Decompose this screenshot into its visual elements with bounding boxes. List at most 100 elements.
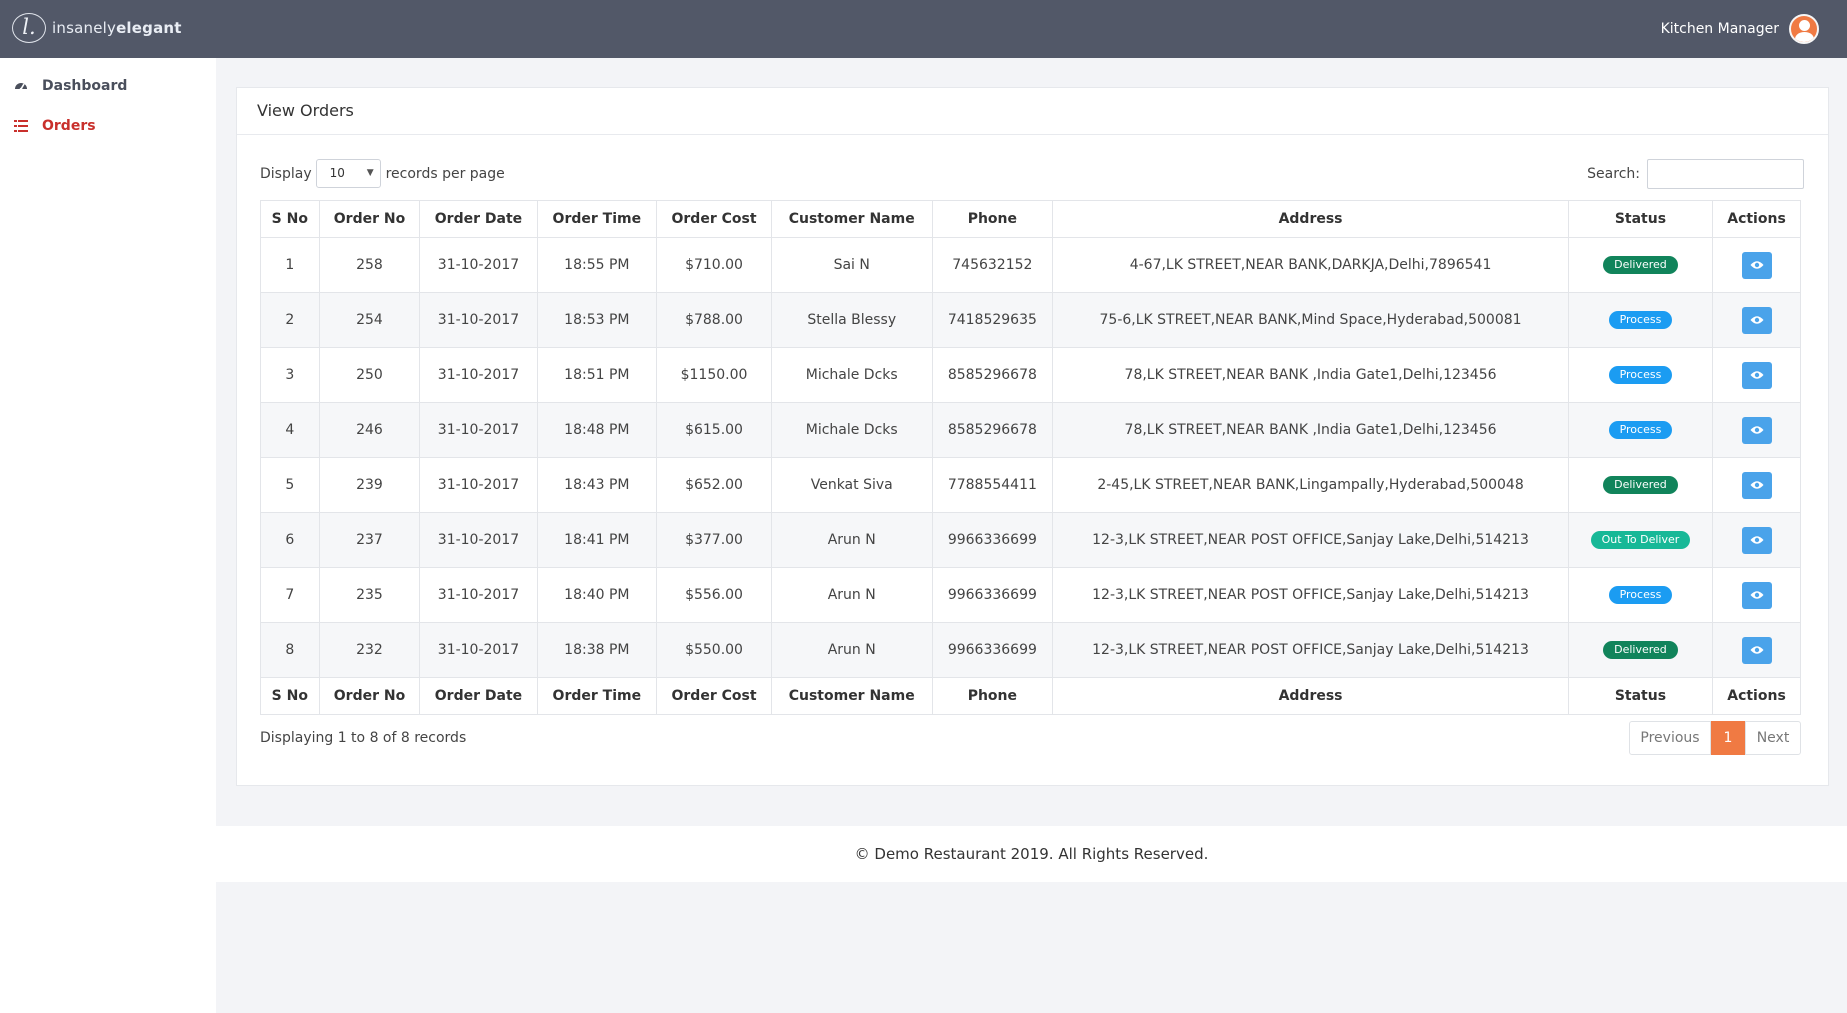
cell-sno: 4 bbox=[260, 402, 320, 458]
cell-customer-name: Michale Dcks bbox=[770, 402, 933, 458]
view-order-button[interactable] bbox=[1741, 306, 1772, 334]
brand-name-light: insanely bbox=[52, 19, 117, 37]
eye-icon bbox=[1750, 316, 1763, 324]
cell-order-time: 18:40 PM bbox=[536, 567, 658, 623]
cell-address: 12-3,LK STREET,NEAR POST OFFICE,Sanjay L… bbox=[1052, 512, 1569, 568]
status-badge: Delivered bbox=[1603, 256, 1678, 274]
column-header[interactable]: Customer Name bbox=[770, 200, 933, 238]
page-size-select[interactable]: 10 ▼ bbox=[315, 159, 381, 188]
cell-phone: 8585296678 bbox=[931, 347, 1054, 403]
status-badge: Process bbox=[1608, 311, 1673, 329]
cell-status: Process bbox=[1567, 402, 1714, 458]
cell-order-no: 235 bbox=[318, 567, 421, 623]
sidebar-item-dashboard[interactable]: Dashboard bbox=[13, 78, 127, 94]
column-header[interactable]: Phone bbox=[931, 200, 1054, 238]
cell-phone: 8585296678 bbox=[931, 402, 1054, 458]
column-header[interactable]: Order Cost bbox=[656, 200, 772, 238]
column-header[interactable]: Order Date bbox=[419, 200, 538, 238]
pagination-previous[interactable]: Previous bbox=[1629, 721, 1711, 755]
column-footer: Order Date bbox=[419, 677, 538, 715]
cell-actions bbox=[1712, 457, 1801, 513]
cell-sno: 6 bbox=[260, 512, 320, 568]
cell-address: 12-3,LK STREET,NEAR POST OFFICE,Sanjay L… bbox=[1052, 622, 1569, 678]
column-footer: Customer Name bbox=[770, 677, 933, 715]
table-footer-row: S No Order No Order Date Order Time Orde… bbox=[260, 677, 1801, 715]
pagination: Previous 1 Next bbox=[1629, 721, 1801, 755]
cell-phone: 745632152 bbox=[931, 237, 1054, 293]
cell-order-no: 258 bbox=[318, 237, 421, 293]
cell-address: 4-67,LK STREET,NEAR BANK,DARKJA,Delhi,78… bbox=[1052, 237, 1569, 293]
cell-order-cost: $615.00 bbox=[656, 402, 772, 458]
view-order-button[interactable] bbox=[1741, 416, 1772, 444]
column-footer: S No bbox=[260, 677, 320, 715]
column-header[interactable]: Order Time bbox=[536, 200, 658, 238]
cell-order-no: 239 bbox=[318, 457, 421, 513]
page-size-value: 10 bbox=[329, 166, 345, 180]
cell-order-cost: $710.00 bbox=[656, 237, 772, 293]
search-label: Search: bbox=[1587, 166, 1640, 182]
cell-address: 75-6,LK STREET,NEAR BANK,Mind Space,Hyde… bbox=[1052, 292, 1569, 348]
sidebar-item-orders[interactable]: Orders bbox=[13, 118, 96, 134]
eye-icon bbox=[1750, 536, 1763, 544]
view-order-button[interactable] bbox=[1741, 636, 1772, 664]
view-order-button[interactable] bbox=[1741, 361, 1772, 389]
cell-sno: 5 bbox=[260, 457, 320, 513]
cell-order-no: 246 bbox=[318, 402, 421, 458]
cell-order-no: 237 bbox=[318, 512, 421, 568]
page-size-control: Display 10 ▼ records per page bbox=[260, 159, 505, 188]
pagination-next[interactable]: Next bbox=[1745, 721, 1801, 755]
sidebar-item-label: Dashboard bbox=[42, 78, 128, 94]
cell-order-date: 31-10-2017 bbox=[419, 567, 538, 623]
cell-status: Process bbox=[1567, 292, 1714, 348]
cell-phone: 9966336699 bbox=[931, 512, 1054, 568]
search-control: Search: bbox=[1587, 159, 1804, 189]
brand-mark-icon: l. bbox=[12, 13, 46, 43]
cell-order-time: 18:41 PM bbox=[536, 512, 658, 568]
column-header[interactable]: Order No bbox=[318, 200, 421, 238]
cell-order-date: 31-10-2017 bbox=[419, 347, 538, 403]
user-avatar-icon[interactable] bbox=[1789, 14, 1819, 44]
user-menu[interactable]: Kitchen Manager bbox=[1661, 14, 1819, 44]
view-order-button[interactable] bbox=[1741, 526, 1772, 554]
cell-order-time: 18:38 PM bbox=[536, 622, 658, 678]
column-header[interactable]: Actions bbox=[1712, 200, 1801, 238]
cell-actions bbox=[1712, 292, 1801, 348]
view-order-button[interactable] bbox=[1741, 581, 1772, 609]
cell-order-date: 31-10-2017 bbox=[419, 292, 538, 348]
column-header[interactable]: S No bbox=[260, 200, 320, 238]
view-order-button[interactable] bbox=[1741, 471, 1772, 499]
search-input[interactable] bbox=[1647, 159, 1804, 189]
orders-table: S No Order No Order Date Order Time Orde… bbox=[260, 200, 1801, 715]
status-badge: Process bbox=[1608, 421, 1673, 439]
cell-customer-name: Stella Blessy bbox=[770, 292, 933, 348]
caret-down-icon: ▼ bbox=[366, 168, 374, 178]
list-icon bbox=[13, 118, 29, 134]
cell-customer-name: Arun N bbox=[770, 567, 933, 623]
cell-order-date: 31-10-2017 bbox=[419, 622, 538, 678]
status-badge: Process bbox=[1608, 366, 1673, 384]
cell-actions bbox=[1712, 347, 1801, 403]
brand-logo[interactable]: l. insanelyelegant bbox=[12, 13, 182, 43]
cell-phone: 9966336699 bbox=[931, 567, 1054, 623]
column-footer: Status bbox=[1567, 677, 1714, 715]
records-info: Displaying 1 to 8 of 8 records bbox=[260, 730, 467, 746]
column-footer: Order No bbox=[318, 677, 421, 715]
card-title: View Orders bbox=[237, 88, 1828, 135]
cell-order-time: 18:53 PM bbox=[536, 292, 658, 348]
sidebar-item-label: Orders bbox=[42, 118, 96, 134]
cell-status: Out To Deliver bbox=[1567, 512, 1714, 568]
pagination-page-1[interactable]: 1 bbox=[1711, 721, 1745, 755]
cell-sno: 7 bbox=[260, 567, 320, 623]
column-header[interactable]: Address bbox=[1052, 200, 1569, 238]
column-header[interactable]: Status bbox=[1567, 200, 1714, 238]
table-row: 2 254 31-10-2017 18:53 PM $788.00 Stella Bles… bbox=[260, 292, 1801, 348]
cell-order-time: 18:55 PM bbox=[536, 237, 658, 293]
display-label: Display bbox=[260, 165, 312, 182]
view-order-button[interactable] bbox=[1741, 251, 1772, 279]
cell-sno: 3 bbox=[260, 347, 320, 403]
cell-sno: 1 bbox=[260, 237, 320, 293]
cell-customer-name: Venkat Siva bbox=[770, 457, 933, 513]
status-badge: Delivered bbox=[1603, 476, 1678, 494]
cell-actions bbox=[1712, 402, 1801, 458]
eye-icon bbox=[1750, 646, 1763, 654]
